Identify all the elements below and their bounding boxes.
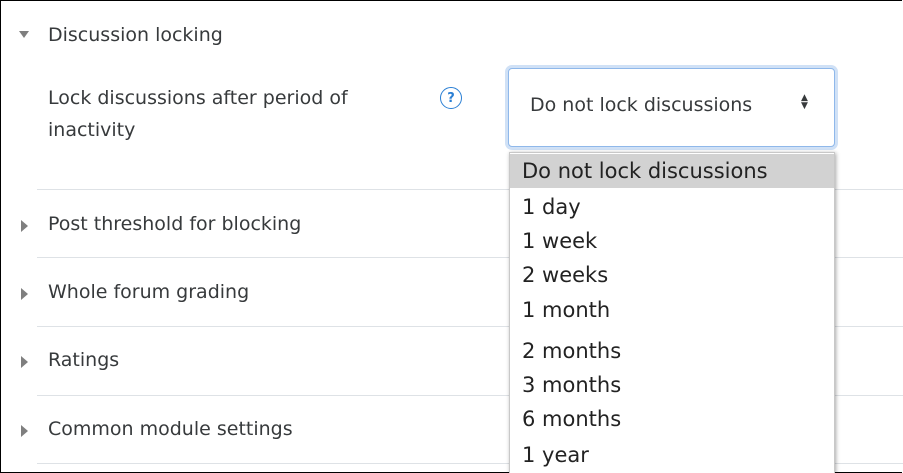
section-title-post-threshold[interactable]: Post threshold for blocking (48, 213, 301, 235)
lock-discussions-dropdown[interactable]: Do not lock discussions 1 day 1 week 2 w… (509, 152, 835, 473)
triangle-right-icon[interactable] (21, 220, 28, 232)
section-title-common-module-settings[interactable]: Common module settings (48, 418, 293, 440)
triangle-right-icon[interactable] (21, 288, 28, 300)
dropdown-option[interactable]: Do not lock discussions (510, 154, 834, 188)
triangle-right-icon[interactable] (21, 425, 28, 437)
dropdown-option[interactable]: 1 day (510, 190, 834, 224)
dropdown-option[interactable]: 1 year (510, 438, 834, 472)
triangle-right-icon[interactable] (21, 356, 28, 368)
lock-discussions-select[interactable]: Do not lock discussions ▲ ▼ (508, 68, 835, 147)
dropdown-option[interactable]: 2 weeks (510, 258, 834, 292)
up-down-arrows-icon: ▲ ▼ (801, 93, 808, 111)
section-title-whole-forum-grading[interactable]: Whole forum grading (48, 281, 249, 303)
dropdown-option[interactable]: 6 months (510, 402, 834, 436)
triangle-down-icon[interactable] (19, 31, 29, 38)
section-title-discussion-locking[interactable]: Discussion locking (48, 24, 223, 46)
dropdown-option[interactable]: 2 months (510, 334, 834, 368)
dropdown-option[interactable]: 1 month (510, 293, 834, 327)
help-icon[interactable]: ? (440, 87, 462, 109)
select-current-value: Do not lock discussions (530, 94, 753, 116)
section-title-ratings[interactable]: Ratings (48, 349, 119, 371)
dropdown-option[interactable]: 3 months (510, 368, 834, 402)
dropdown-option[interactable]: 1 week (510, 224, 834, 258)
lock-discussions-label: Lock discussions after period of inactiv… (48, 87, 348, 141)
